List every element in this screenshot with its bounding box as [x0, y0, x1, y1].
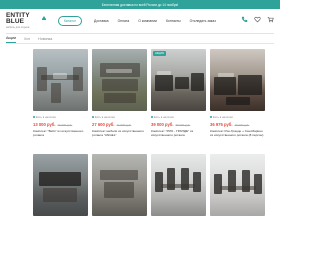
in-stock-dot	[33, 115, 35, 118]
header-icons	[241, 16, 274, 23]
brand-name: ENTITY BLUE	[6, 11, 30, 26]
product-grid: Есть в наличии 13 000 руб. 26 000 руб. К…	[0, 44, 280, 216]
promo-banner[interactable]: Бесплатная доставка по всей России до 14…	[0, 0, 280, 9]
product-tabs: Акции Хит Новинка	[6, 34, 274, 44]
product-card[interactable]: АКЦИЯ Есть в наличии 39 000 руб. 59 000 …	[151, 48, 206, 138]
product-price: 27 600 руб.	[92, 121, 115, 127]
product-card[interactable]	[92, 153, 147, 216]
tab-sale[interactable]: Акции	[6, 36, 17, 43]
product-card[interactable]: Есть в наличии 27 600 руб. 41 500 руб. К…	[92, 48, 147, 138]
tab-hit[interactable]: Хит	[24, 37, 30, 43]
product-old-price: 26 000 руб.	[57, 122, 73, 127]
product-image[interactable]	[151, 153, 206, 216]
nav-item-track-order[interactable]: Отследить заказ	[190, 19, 216, 23]
stock-status: Есть в наличии	[95, 114, 115, 119]
product-card[interactable]: Есть в наличии 36 975 руб. 49 300 руб. К…	[210, 48, 265, 138]
brand-tagline: мебель для отдыха	[6, 25, 30, 29]
product-old-price: 59 000 руб.	[175, 122, 191, 127]
product-image[interactable]	[92, 48, 147, 111]
tab-new[interactable]: Новинка	[38, 37, 52, 43]
phone-icon[interactable]	[241, 16, 248, 23]
product-title[interactable]: Комплект мебели из искусственного ротанг…	[92, 129, 147, 138]
product-image[interactable]	[92, 153, 147, 216]
product-price: 39 000 руб.	[151, 121, 174, 127]
crown-icon	[41, 16, 46, 21]
in-stock-dot	[92, 115, 94, 118]
in-stock-dot	[151, 115, 153, 118]
main-nav: Доставка Оплата О компании Контакты Отсл…	[94, 19, 225, 23]
product-image[interactable]	[210, 153, 265, 216]
product-old-price: 49 300 руб.	[234, 122, 250, 127]
product-image[interactable]	[33, 48, 88, 111]
product-title[interactable]: Комплект "Bello" из искусственного ротан…	[33, 129, 88, 138]
stock-status: Есть в наличии	[213, 114, 233, 119]
logo[interactable]: ENTITY BLUE мебель для отдыха	[6, 11, 46, 30]
stock-status: Есть в наличии	[36, 114, 56, 119]
site-header: ENTITY BLUE мебель для отдыха Каталог До…	[0, 9, 280, 33]
product-title[interactable]: Комплект "РИО - ГРАНДЕ" из искусственног…	[151, 129, 206, 138]
product-card[interactable]: Есть в наличии 13 000 руб. 26 000 руб. К…	[33, 48, 88, 138]
product-title[interactable]: Комплект Рио-Гранде + Сан-Марино из иску…	[210, 129, 265, 138]
heart-icon[interactable]	[254, 16, 261, 23]
nav-item-payment[interactable]: Оплата	[118, 19, 130, 23]
product-card[interactable]	[33, 153, 88, 216]
nav-item-about[interactable]: О компании	[138, 19, 157, 23]
catalog-button[interactable]: Каталог	[58, 16, 82, 26]
product-old-price: 41 500 руб.	[116, 122, 132, 127]
product-price: 36 975 руб.	[210, 121, 233, 127]
sale-badge: АКЦИЯ	[153, 50, 166, 56]
nav-item-delivery[interactable]: Доставка	[94, 19, 109, 23]
cart-icon[interactable]	[267, 16, 274, 23]
product-card[interactable]	[210, 153, 265, 216]
promo-text: Бесплатная доставка по всей России до 14…	[101, 2, 179, 7]
stock-status: Есть в наличии	[154, 114, 174, 119]
product-image[interactable]	[210, 48, 265, 111]
product-image[interactable]	[33, 153, 88, 216]
product-card[interactable]	[151, 153, 206, 216]
in-stock-dot	[210, 115, 212, 118]
nav-item-contacts[interactable]: Контакты	[166, 19, 181, 23]
product-price: 13 000 руб.	[33, 121, 56, 127]
product-image[interactable]: АКЦИЯ	[151, 48, 206, 111]
